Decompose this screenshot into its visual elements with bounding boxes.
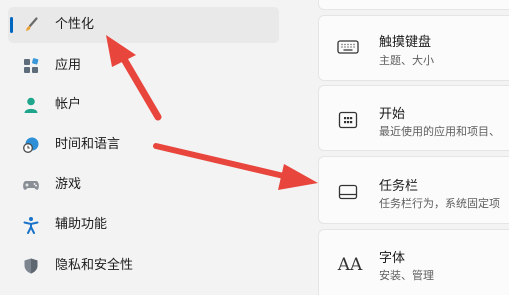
taskbar-icon [337, 181, 359, 203]
card-title: 触摸键盘 [379, 35, 432, 50]
card-title: 任务栏 [379, 179, 419, 194]
card-subtitle: 最近使用的应用和项目、 [379, 125, 500, 138]
card-subtitle: 安装、管理 [379, 269, 434, 282]
card-title: 开始 [379, 107, 406, 122]
person-icon [22, 96, 40, 114]
apps-icon [22, 57, 40, 75]
settings-card-fonts[interactable]: AA 字体 安装、管理 [318, 229, 509, 295]
start-icon [337, 109, 359, 131]
sidebar-item-personalization[interactable]: 个性化 [8, 7, 279, 43]
sidebar-item-label: 个性化 [55, 17, 95, 32]
sidebar-item-gaming[interactable]: 游戏 [8, 167, 279, 203]
settings-card-taskbar[interactable]: 任务栏 任务栏行为，系统固定项 [318, 156, 509, 224]
sidebar-item-label: 辅助功能 [55, 217, 108, 232]
settings-card-start[interactable]: 开始 最近使用的应用和项目、 [318, 85, 509, 151]
sidebar-item-time-language[interactable]: 时间和语言 [8, 127, 279, 163]
fonts-icon: AA [337, 255, 363, 275]
card-title: 字体 [379, 251, 406, 266]
card-subtitle: 主题、大小 [379, 54, 434, 67]
sidebar-item-accessibility[interactable]: 辅助功能 [8, 207, 279, 243]
globe-clock-icon [22, 136, 40, 154]
card-subtitle: 任务栏行为，系统固定项 [379, 197, 500, 210]
sidebar-item-apps[interactable]: 应用 [8, 48, 279, 84]
settings-card-touch-keyboard[interactable]: 触摸键盘 主题、大小 [318, 15, 509, 81]
accessibility-icon [22, 216, 40, 234]
selection-indicator [10, 17, 13, 33]
sidebar-item-label: 时间和语言 [55, 137, 121, 152]
gamepad-icon [22, 176, 40, 194]
sidebar-item-label: 隐私和安全性 [55, 258, 134, 273]
sidebar-item-label: 游戏 [55, 177, 82, 192]
sidebar-item-accounts[interactable]: 帐户 [8, 87, 279, 123]
sidebar-item-privacy-security[interactable]: 隐私和安全性 [8, 248, 279, 284]
keyboard-icon [337, 36, 359, 58]
sidebar-item-label: 帐户 [55, 97, 82, 112]
settings-sidebar: 个性化 应用 帐户 时间和语言 游戏 辅助功能 隐私和安全性 [0, 0, 290, 295]
paintbrush-icon [22, 16, 40, 34]
shield-icon [22, 257, 40, 275]
sidebar-item-label: 应用 [55, 58, 82, 73]
settings-card-previous[interactable] [318, 0, 509, 10]
